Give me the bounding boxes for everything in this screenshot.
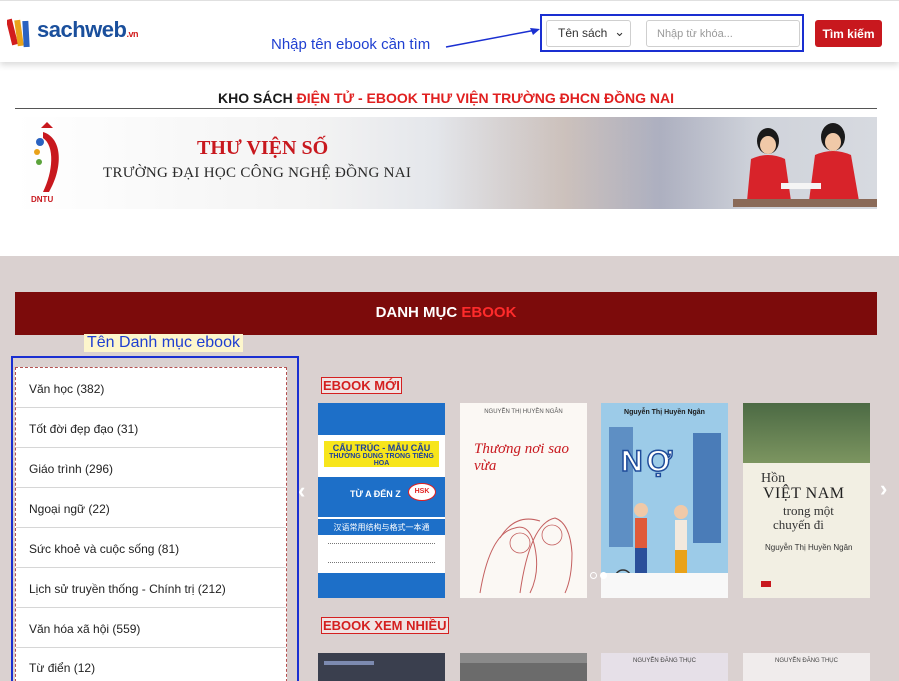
catalog-header-bar: DANH MỤC EBOOK — [15, 292, 877, 335]
new-ebooks-label: EBOOK MỚI — [321, 377, 402, 394]
search-annotation: Nhập tên ebook cần tìm — [271, 36, 431, 53]
dntu-logo-icon — [34, 122, 59, 192]
category-item[interactable]: Sức khoẻ và cuộc sống (81) — [16, 528, 286, 568]
page-title: KHO SÁCH ĐIỆN TỬ - EBOOK THƯ VIỆN TRƯỜNG… — [218, 90, 674, 106]
title-divider — [15, 108, 877, 109]
category-item[interactable]: Lịch sử truyền thống - Chính trị (212) — [16, 568, 286, 608]
book-cover-header — [318, 403, 445, 435]
library-banner[interactable]: DNTU THƯ VIỆN SỐ TRƯỜNG ĐẠI HỌC CÔNG NGH… — [15, 117, 877, 209]
book-chinese-title: 汉语常用结构与格式一本通 — [318, 519, 445, 535]
category-annotation: Tên Danh mục ebook — [84, 334, 243, 352]
category-item[interactable]: Từ điển (12) — [16, 647, 286, 681]
book-cover[interactable]: CẤU TRÚC - MẪU CÂU THƯỜNG DÙNG TRONG TIẾ… — [318, 403, 445, 598]
book-cover-thumb[interactable]: NGUYỄN ĐĂNG THỤC — [601, 653, 728, 681]
book-cover-footer — [601, 573, 728, 598]
book-cover-footer — [318, 573, 445, 598]
carousel-dot[interactable] — [590, 572, 597, 579]
carousel-prev-icon[interactable]: ‹ — [298, 478, 305, 504]
thumb-detail — [460, 653, 587, 663]
carousel-dots — [590, 566, 610, 584]
book-cover[interactable]: Nguyễn Thị Huyền Ngân NỢ — [601, 403, 728, 598]
carousel-next-icon[interactable]: › — [880, 476, 887, 502]
search-type-select[interactable]: Tên sách ⌄ — [546, 20, 631, 47]
book-title: CẤU TRÚC - MẪU CÂU THƯỜNG DÙNG TRONG TIẾ… — [324, 441, 439, 467]
category-item[interactable]: Giáo trình (296) — [16, 448, 286, 488]
popular-ebooks-label: EBOOK XEM NHIỀU — [321, 617, 449, 634]
book-author: NGUYỄN THỊ HUYỀN NGÂN — [484, 409, 563, 415]
search-button[interactable]: Tìm kiếm — [815, 20, 882, 47]
book-title: Thương nơi sao vừa — [474, 441, 570, 474]
site-header: sachweb.vn Nhập tên ebook cần tìm Tên sá… — [0, 0, 899, 62]
category-list: Văn học (382) Tốt đời đẹp đạo (31) Giáo … — [15, 367, 287, 681]
book-subtitle: TỪ A ĐẾN Z — [350, 489, 401, 499]
book-cover-thumb[interactable] — [318, 653, 445, 681]
chevron-down-icon: ⌄ — [614, 24, 625, 39]
book-title-line: VIỆT NAM — [763, 485, 845, 502]
book-author: NGUYỄN ĐĂNG THỤC — [775, 658, 838, 664]
category-item[interactable]: Tốt đời đẹp đạo (31) — [16, 408, 286, 448]
book-stack-icon — [7, 18, 30, 48]
book-author: Nguyễn Thị Huyền Ngân — [765, 543, 853, 552]
book-author: NGUYỄN ĐĂNG THỤC — [633, 658, 696, 664]
book-cover[interactable]: Hồn VIỆT NAM trong một chuyến đi Nguyễn … — [743, 403, 870, 598]
banner-subtitle: TRƯỜNG ĐẠI HỌC CÔNG NGHỆ ĐỒNG NAI — [103, 165, 412, 181]
book-title-line: chuyến đi — [773, 517, 824, 532]
sachweb-logo[interactable]: sachweb.vn — [7, 15, 138, 51]
book-cover-top — [743, 403, 870, 463]
banner-background — [435, 117, 755, 209]
annotation-arrow-icon — [445, 28, 540, 48]
keyword-input[interactable] — [646, 20, 800, 47]
book-cover-thumb[interactable] — [460, 653, 587, 681]
book-title: NỢ — [620, 444, 677, 479]
publisher-mark — [761, 581, 771, 587]
book-author: Nguyễn Thị Huyền Ngân — [624, 409, 705, 416]
category-item[interactable]: Ngoại ngữ (22) — [16, 488, 286, 528]
sketch-illustration — [479, 517, 573, 594]
book-cover-thumb[interactable]: NGUYỄN ĐĂNG THỤC — [743, 653, 870, 681]
dntu-logo-text: DNTU — [31, 195, 54, 204]
book-credits — [328, 543, 435, 563]
students-reading-image — [733, 123, 877, 207]
banner-title: THƯ VIỆN SỐ — [197, 137, 329, 159]
category-item[interactable]: Văn hóa xã hội (559) — [16, 608, 286, 648]
hsk-badge: HSK — [408, 483, 436, 501]
thumb-detail — [324, 661, 374, 665]
logo-wordmark: sachweb.vn — [37, 17, 138, 42]
book-cover[interactable]: NGUYỄN THỊ HUYỀN NGÂN Thương nơi sao vừa — [460, 403, 587, 598]
category-item[interactable]: Văn học (382) — [16, 368, 286, 408]
carousel-dot-active[interactable] — [600, 572, 607, 579]
